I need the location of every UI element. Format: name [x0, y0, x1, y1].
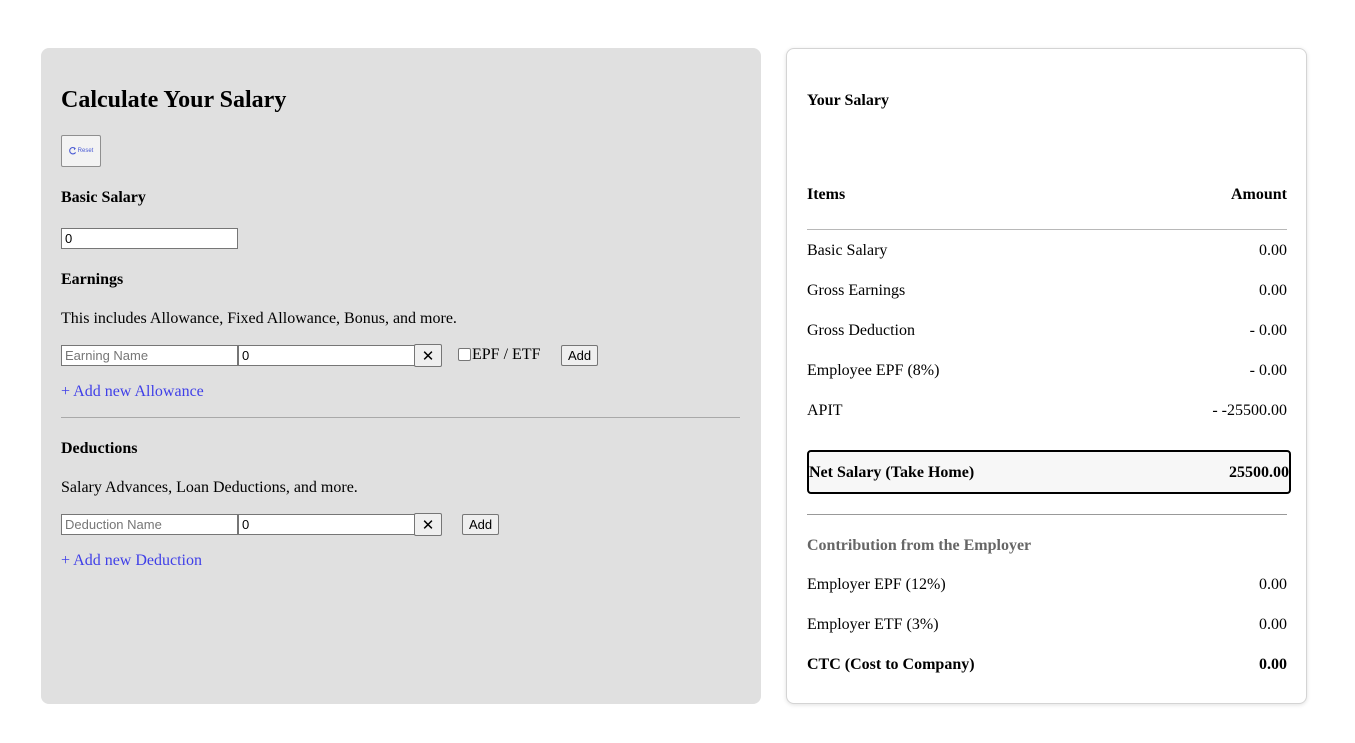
section-divider [61, 417, 740, 418]
row-value-gross-deduction: - 0.00 [1249, 322, 1287, 339]
column-header-amount: Amount [1230, 186, 1287, 203]
ctc-label: CTC (Cost to Company) [807, 656, 975, 673]
add-new-deduction-link[interactable]: + Add new Deduction [61, 552, 202, 570]
row-value-employer-etf: 0.00 [1259, 616, 1287, 633]
basic-salary-input[interactable] [61, 228, 238, 249]
deductions-description: Salary Advances, Loan Deductions, and mo… [61, 479, 358, 496]
row-label-gross-earnings: Gross Earnings [807, 282, 906, 299]
epf-etf-label: EPF / ETF [472, 346, 541, 363]
row-value-employer-epf: 0.00 [1259, 576, 1287, 593]
row-label-gross-deduction: Gross Deduction [807, 322, 915, 339]
close-icon: ✕ [421, 346, 435, 365]
header-divider [807, 229, 1287, 230]
salary-summary-panel: Your Salary Items Amount Basic Salary 0.… [786, 48, 1307, 704]
employer-contribution-heading: Contribution from the Employer [807, 537, 1032, 554]
deductions-label: Deductions [61, 440, 138, 457]
row-value-employee-epf: - 0.00 [1249, 362, 1287, 379]
net-salary-label: Net Salary (Take Home) [809, 464, 975, 481]
summary-title: Your Salary [807, 92, 889, 109]
deduction-name-input[interactable] [61, 514, 238, 535]
reset-label: Reset [77, 148, 94, 154]
add-earning-label: Add [568, 348, 592, 363]
earning-amount-input[interactable] [238, 345, 415, 366]
net-salary-value: 25500.00 [1229, 464, 1289, 481]
basic-salary-label: Basic Salary [61, 189, 146, 206]
deduction-amount-input[interactable] [238, 514, 415, 535]
calculator-title: Calculate Your Salary [61, 87, 287, 113]
earnings-label: Earnings [61, 271, 124, 288]
earning-name-input[interactable] [61, 345, 238, 366]
add-deduction-label: Add [469, 517, 493, 532]
earnings-description: This includes Allowance, Fixed Allowance… [61, 310, 457, 327]
salary-calculator-panel: Calculate Your Salary Reset Basic Salary… [41, 48, 761, 704]
row-value-basic-salary: 0.00 [1259, 242, 1287, 259]
row-value-gross-earnings: 0.00 [1259, 282, 1287, 299]
net-divider [807, 514, 1287, 515]
add-earning-button[interactable]: Add [561, 345, 599, 366]
remove-earning-button[interactable]: ✕ [414, 344, 442, 367]
refresh-icon [68, 146, 76, 155]
ctc-value: 0.00 [1259, 656, 1287, 673]
add-deduction-button[interactable]: Add [462, 514, 500, 535]
epf-etf-checkbox[interactable] [458, 348, 471, 361]
remove-deduction-button[interactable]: ✕ [414, 513, 442, 536]
net-salary-box: Net Salary (Take Home) 25500.00 [807, 450, 1291, 494]
row-value-apit: - -25500.00 [1212, 402, 1287, 419]
reset-button[interactable]: Reset [61, 135, 101, 167]
close-icon: ✕ [421, 515, 435, 534]
row-label-employer-etf: Employer ETF (3%) [807, 616, 939, 633]
row-label-employee-epf: Employee EPF (8%) [807, 362, 940, 379]
column-header-items: Items [807, 186, 846, 203]
row-label-employer-epf: Employer EPF (12%) [807, 576, 946, 593]
row-label-basic-salary: Basic Salary [807, 242, 888, 259]
row-label-apit: APIT [807, 402, 843, 419]
add-new-allowance-link[interactable]: + Add new Allowance [61, 383, 204, 401]
